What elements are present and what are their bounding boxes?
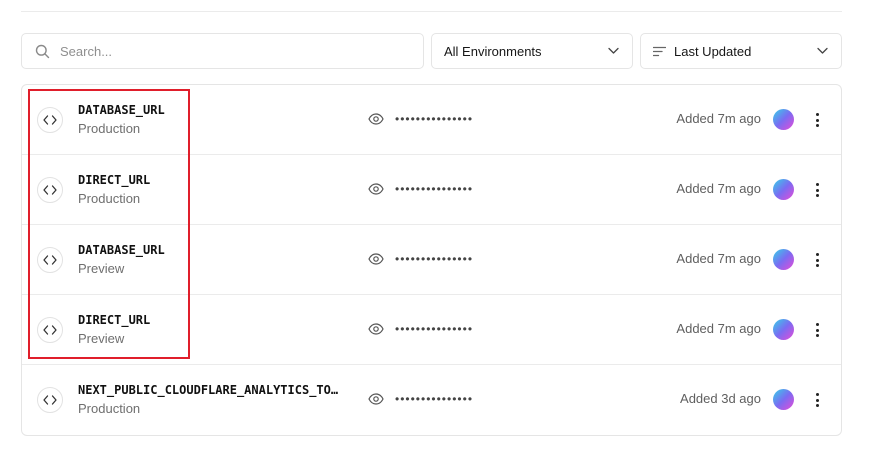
avatar <box>773 179 794 200</box>
more-vertical-icon[interactable] <box>810 109 824 131</box>
updated-time: Added 7m ago <box>676 181 761 196</box>
chevron-down-icon <box>817 47 828 54</box>
avatar <box>773 249 794 270</box>
sort-select-value: Last Updated <box>674 44 752 59</box>
avatar <box>773 319 794 340</box>
env-var-name: DATABASE_URL <box>78 243 165 257</box>
more-vertical-icon[interactable] <box>810 319 824 341</box>
updated-time: Added 7m ago <box>676 251 761 266</box>
more-vertical-icon[interactable] <box>810 389 824 411</box>
masked-value: ••••••••••••••• <box>395 392 474 406</box>
env-var-row[interactable]: NEXT_PUBLIC_CLOUDFLARE_ANALYTICS_TO… Pro… <box>22 365 841 435</box>
env-var-environment: Production <box>78 121 141 136</box>
eye-icon[interactable] <box>368 323 384 335</box>
search-icon <box>35 44 50 59</box>
search-input[interactable] <box>60 34 415 68</box>
env-var-name: DATABASE_URL <box>78 103 165 117</box>
more-vertical-icon[interactable] <box>810 249 824 271</box>
updated-time: Added 7m ago <box>676 111 761 126</box>
eye-icon[interactable] <box>368 183 384 195</box>
env-var-environment: Preview <box>78 331 125 346</box>
env-var-name: DIRECT_URL <box>78 173 151 187</box>
masked-value: ••••••••••••••• <box>395 322 474 336</box>
eye-icon[interactable] <box>368 113 384 125</box>
env-var-environment: Production <box>78 191 141 206</box>
filter-bar: All Environments Last Updated <box>21 33 842 69</box>
env-var-name: DIRECT_URL <box>78 313 151 327</box>
code-brackets-icon <box>37 387 63 413</box>
updated-time: Added 7m ago <box>676 321 761 336</box>
chevron-down-icon <box>608 47 619 54</box>
top-divider <box>21 11 842 12</box>
avatar <box>773 389 794 410</box>
env-var-row[interactable]: DIRECT_URL Preview ••••••••••••••• Added… <box>22 295 841 365</box>
env-var-environment: Production <box>78 401 141 416</box>
env-var-list: DATABASE_URL Production ••••••••••••••• … <box>21 84 842 436</box>
code-brackets-icon <box>37 177 63 203</box>
masked-value: ••••••••••••••• <box>395 112 474 126</box>
more-vertical-icon[interactable] <box>810 179 824 201</box>
env-vars-page: All Environments Last Updated DATABASE_U… <box>0 0 877 466</box>
updated-time: Added 3d ago <box>680 391 761 406</box>
env-var-row[interactable]: DATABASE_URL Production ••••••••••••••• … <box>22 85 841 155</box>
env-var-row[interactable]: DIRECT_URL Production ••••••••••••••• Ad… <box>22 155 841 225</box>
code-brackets-icon <box>37 247 63 273</box>
env-var-name: NEXT_PUBLIC_CLOUDFLARE_ANALYTICS_TO… <box>78 383 339 397</box>
masked-value: ••••••••••••••• <box>395 182 474 196</box>
masked-value: ••••••••••••••• <box>395 252 474 266</box>
search-box[interactable] <box>21 33 424 69</box>
eye-icon[interactable] <box>368 393 384 405</box>
sort-lines-icon <box>653 46 666 57</box>
code-brackets-icon <box>37 317 63 343</box>
avatar <box>773 109 794 130</box>
eye-icon[interactable] <box>368 253 384 265</box>
env-var-row[interactable]: DATABASE_URL Preview ••••••••••••••• Add… <box>22 225 841 295</box>
env-var-environment: Preview <box>78 261 125 276</box>
code-brackets-icon <box>37 107 63 133</box>
environment-select[interactable]: All Environments <box>431 33 633 69</box>
sort-select[interactable]: Last Updated <box>640 33 842 69</box>
environment-select-value: All Environments <box>444 44 542 59</box>
